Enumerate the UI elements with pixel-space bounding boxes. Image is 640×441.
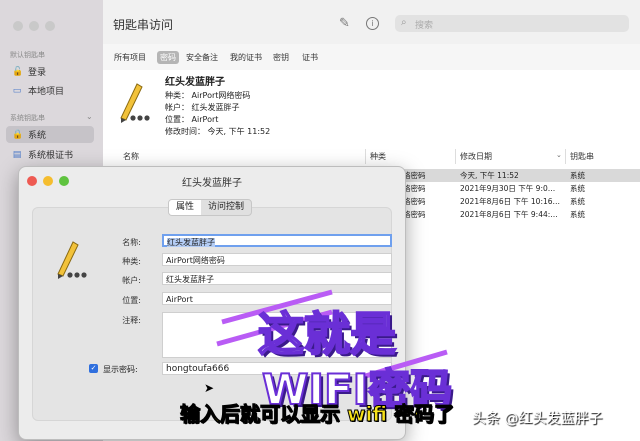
detail-where-label: 位置： — [165, 115, 189, 124]
sidebar-item-system-roots[interactable]: ▤ 系统根证书 — [6, 146, 94, 163]
window-title: 钥匙串访问 — [113, 18, 174, 32]
tab-passwords[interactable]: 密码 — [157, 51, 179, 64]
tab-certificates[interactable]: 证书 — [299, 51, 321, 64]
name-field[interactable]: 红头发蓝胖子 — [162, 234, 392, 247]
column-header-name[interactable]: 名称 — [123, 151, 139, 162]
tab-secure-notes[interactable]: 安全备注 — [183, 51, 221, 64]
column-divider — [565, 149, 566, 164]
column-divider — [365, 149, 366, 164]
sidebar-item-label: 登录 — [28, 68, 47, 78]
sidebar-item-login[interactable]: 🔓 登录 — [6, 63, 94, 80]
row-date: 2021年8月6日 下午 10:16… — [460, 197, 561, 206]
close-button-inactive[interactable] — [13, 21, 23, 31]
search-placeholder: 搜索 — [415, 21, 434, 31]
overlay-title-line1: 这就是 — [257, 306, 397, 362]
row-keychain: 系统 — [570, 171, 585, 180]
detail-account-label: 帐户： — [165, 103, 189, 112]
account-label: 帐户: — [122, 276, 141, 285]
detail-kind-value: AirPort网络密码 — [191, 91, 251, 100]
name-label: 名称: — [122, 238, 141, 247]
password-pencil-icon — [53, 238, 89, 280]
show-password-checkbox[interactable]: ✓ — [89, 364, 98, 373]
tab-access-control[interactable]: 访问控制 — [201, 200, 251, 215]
row-date: 2021年9月30日 下午 9:0… — [460, 184, 556, 193]
detail-where-row: 位置： AirPort — [165, 114, 218, 125]
category-tabs: 所有项目 密码 安全备注 我的证书 密钥 证书 — [103, 44, 640, 71]
tab-my-certificates[interactable]: 我的证书 — [227, 51, 265, 64]
row-keychain: 系统 — [570, 184, 585, 193]
column-header-kind[interactable]: 种类 — [370, 151, 386, 162]
compose-icon[interactable]: ✎ — [339, 16, 350, 31]
row-date: 2021年8月6日 下午 9:44:… — [460, 210, 558, 219]
detail-kind-label: 种类： — [165, 91, 189, 100]
column-divider — [455, 149, 456, 164]
where-label: 位置: — [122, 296, 141, 305]
kind-field[interactable]: AirPort网络密码 — [162, 253, 392, 266]
column-header-date[interactable]: 修改日期 — [460, 151, 492, 162]
search-icon: ⌕ — [401, 17, 407, 28]
search-field[interactable]: ⌕ 搜索 — [395, 15, 629, 32]
password-pencil-icon — [115, 78, 151, 124]
overlay-subtitle: 输入后就可以显示 wifi 密码了 — [179, 402, 455, 427]
sort-chevron-icon[interactable]: ⌄ — [556, 151, 562, 159]
zoom-button-inactive[interactable] — [45, 21, 55, 31]
show-password-label: 显示密码: — [103, 365, 138, 374]
sidebar-item-label: 系统根证书 — [28, 151, 74, 161]
detail-where-value: AirPort — [191, 115, 219, 124]
detail-kind-row: 种类： AirPort网络密码 — [165, 90, 250, 101]
chevron-down-icon[interactable]: ⌄ — [86, 112, 93, 121]
tab-all-items[interactable]: 所有项目 — [111, 51, 149, 64]
watermark: 头条 @红头发蓝胖子 — [472, 411, 603, 427]
detail-modified-label: 修改时间： — [165, 127, 205, 136]
row-kind: 络密码 — [403, 171, 426, 180]
row-kind: 络密码 — [403, 210, 426, 219]
certificate-icon: ▤ — [12, 149, 22, 160]
row-date: 今天, 下午 11:52 — [460, 171, 519, 180]
dialog-title: 红头发蓝胖子 — [182, 178, 242, 189]
sidebar-item-label: 系统 — [28, 131, 47, 141]
kind-label: 种类: — [122, 257, 141, 266]
sidebar-item-system[interactable]: 🔒 系统 — [6, 126, 94, 143]
row-keychain: 系统 — [570, 197, 585, 206]
detail-modified-value: 今天, 下午 11:52 — [207, 127, 271, 136]
column-header-keychain[interactable]: 钥匙串 — [570, 151, 594, 162]
folder-icon: ▭ — [12, 85, 22, 96]
comments-label: 注释: — [122, 316, 141, 325]
detail-modified-row: 修改时间： 今天, 下午 11:52 — [165, 126, 270, 137]
minimize-button-inactive[interactable] — [29, 21, 39, 31]
toolbar: 钥匙串访问 ✎ i ⌕ 搜索 — [103, 0, 640, 44]
sidebar-item-local[interactable]: ▭ 本地项目 — [6, 82, 94, 99]
row-kind: 络密码 — [403, 184, 426, 193]
info-icon[interactable]: i — [366, 17, 379, 30]
row-keychain: 系统 — [570, 210, 585, 219]
sidebar-item-label: 本地项目 — [28, 87, 65, 97]
sidebar-section-system: 系统钥匙串 — [10, 114, 45, 122]
unlock-icon: 🔓 — [12, 66, 24, 77]
tab-attributes[interactable]: 属性 — [169, 200, 202, 215]
row-kind: 络密码 — [403, 197, 426, 206]
item-detail-panel: 红头发蓝胖子 种类： AirPort网络密码 帐户： 红头发蓝胖子 位置： Ai… — [103, 70, 640, 146]
sidebar-section-default: 默认钥匙串 — [10, 51, 45, 59]
dialog-tabs: 属性 访问控制 — [168, 199, 253, 216]
tab-keys[interactable]: 密钥 — [270, 51, 292, 64]
detail-account-row: 帐户： 红头发蓝胖子 — [165, 102, 240, 113]
lock-icon: 🔒 — [12, 129, 24, 140]
detail-account-value: 红头发蓝胖子 — [191, 103, 240, 112]
name-field-value: 红头发蓝胖子 — [167, 238, 215, 247]
detail-name: 红头发蓝胖子 — [165, 77, 225, 88]
